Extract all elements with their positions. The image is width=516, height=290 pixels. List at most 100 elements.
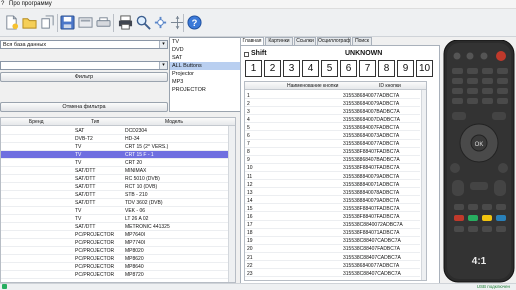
help-icon[interactable]: ? [187,15,202,30]
code-row[interactable]: 6 3155386840073ADBC7A [245,132,420,140]
menu-item-about[interactable]: Про программу [9,1,52,7]
code-id-cell: 315538684007FADBC7A [343,124,400,131]
code-row[interactable]: 12 3155388840071ADBC7A [245,180,420,189]
code-row[interactable]: 9 315538868407BADBC7A [245,156,420,164]
code-row[interactable]: 22 3155386840077ADBC7A [245,261,420,270]
device-row[interactable]: PC/PROJECTOR MP7640I [1,231,229,239]
code-table-scrollbar[interactable] [421,90,426,280]
device-table-scrollbar[interactable] [228,126,235,282]
column-model[interactable]: Модель [165,119,183,125]
code-row[interactable]: 11 3155388840079ADBC7A [245,172,420,180]
secondary-combo[interactable]: ▾ [0,61,168,70]
device-row[interactable]: PC/PROJECTOR MP8720 [1,271,229,279]
number-button[interactable]: 8 [378,60,395,77]
code-index-cell: 10 [247,165,253,172]
code-table: Наименование кнопки ID кнопки 1 315538684… [244,81,427,281]
number-button[interactable]: 7 [359,60,376,77]
device-type-list[interactable]: TV DVD SAT ALL Buttons Projector MP3 PROJECTOR [169,37,243,112]
device-model-cell: DCD2304 [125,128,147,134]
device-row[interactable]: SAT/DTT STB - 210 [1,191,229,199]
device-row[interactable]: SAT/DTT TDV 3602 (DVB) [1,199,229,207]
device-type-item[interactable]: MP3 [170,78,242,86]
tab-1[interactable]: Картинки [265,37,293,45]
code-row[interactable]: 1 3155386840077ADBC7A [245,91,420,99]
search-icon[interactable] [136,15,151,30]
device-row[interactable]: TV VEK - 06 [1,207,229,215]
code-row[interactable]: 15 315538F88407FADBC7A [245,204,420,213]
settings-icon[interactable] [153,15,168,30]
device-type-item[interactable]: DVD [170,46,242,54]
device-type-item[interactable]: PROJECTOR [170,86,242,94]
code-row[interactable]: 19 315538C88407CADBC7A [245,237,420,245]
print-icon[interactable] [118,15,133,30]
number-button[interactable]: 10 [416,60,433,77]
device-row[interactable]: SAT/DTT RC 5010 (DVB) [1,175,229,183]
device-row[interactable]: PC/PROJECTOR MP8640 [1,263,229,271]
number-button[interactable]: 4 [302,60,319,77]
shift-checkbox[interactable] [244,52,249,57]
code-row[interactable]: 13 3155388840078ADBC7A [245,188,420,197]
device-row[interactable]: PC/PROJECTOR MP8620 [1,255,229,263]
number-button[interactable]: 5 [321,60,338,77]
code-row[interactable]: 18 315538F884071ADBC7A [245,229,420,237]
tab-3[interactable]: Осциллограф [317,37,351,45]
tab-4[interactable]: Поиск [352,37,372,45]
code-row[interactable]: 20 315538C88407FADBC7A [245,245,420,253]
device-row[interactable]: PC/PROJECTOR MP7740I [1,239,229,247]
device-row[interactable]: TV LT 26 A 02 [1,215,229,223]
code-id-cell: 315538C88407FADBC7A [343,246,400,253]
device-type-item[interactable]: TV [170,38,242,46]
column-brand[interactable]: Бренд [29,119,44,125]
code-index-cell: 3 [247,108,250,115]
number-button[interactable]: 3 [283,60,300,77]
column-type[interactable]: Тип [91,119,99,125]
column-button-name[interactable]: Наименование кнопки [287,83,338,89]
code-row[interactable]: 3 315538684007BADBC7A [245,107,420,116]
save-icon[interactable] [60,15,75,30]
code-row[interactable]: 4 315538684007DADBC7A [245,115,420,124]
device-row[interactable]: DVB-T2 HD-34 [1,135,229,143]
device-row[interactable]: SAT DCD2304 [1,127,229,135]
device-row[interactable]: TV CRT 15 (2^ VERS.) [1,143,229,151]
device-model-cell: STB - 210 [125,192,148,198]
device-type-cell: TV [75,216,82,222]
new-icon[interactable] [4,15,19,30]
code-row[interactable]: 10 315538F88407FADBC7A [245,164,420,172]
number-button[interactable]: 9 [397,60,414,77]
device-row[interactable]: PC/PROJECTOR MP8020 [1,247,229,255]
device-type-item[interactable]: ALL Buttons [170,62,242,70]
code-row[interactable]: 7 3155386840077ADBC7A [245,140,420,148]
device-row[interactable]: SAT/DTT MINIMAX [1,167,229,175]
reset-filter-button[interactable]: Отмена фильтра [0,102,168,112]
number-button[interactable]: 2 [264,60,281,77]
save-as-icon[interactable] [78,15,93,30]
code-row[interactable]: 23 315538C88407CADBC7A [245,269,420,278]
code-row[interactable]: 17 315538C8840072ADBC7A [245,221,420,229]
menu-item-help[interactable]: ? [1,1,4,7]
tab-2[interactable]: Ссылки [294,37,316,45]
filter-button[interactable]: Фильтр [0,72,168,82]
device-type-item[interactable]: Projector [170,70,242,78]
device-icon[interactable] [96,15,111,30]
column-button-id[interactable]: ID кнопки [379,83,401,89]
number-button[interactable]: 6 [340,60,357,77]
database-combo[interactable]: Вся база данных ▾ [0,40,168,49]
device-row[interactable]: SAT/DTT METRONIC 441325 [1,223,229,231]
database-combo-value: Вся база данных [3,42,47,48]
code-index-cell: 20 [247,246,253,253]
device-type-item[interactable]: SAT [170,54,242,62]
device-row[interactable]: TV CRT 15 F - 1 [1,151,229,159]
open-icon[interactable] [22,15,37,30]
code-row[interactable]: 14 3155388840079ADBC7A [245,196,420,205]
code-row[interactable]: 2 3155386840079ADBC7A [245,99,420,108]
code-row[interactable]: 8 315538F88407FADBC7A [245,148,420,156]
code-row[interactable]: 5 315538684007FADBC7A [245,123,420,132]
number-button[interactable]: 1 [245,60,262,77]
code-row[interactable]: 21 315538C88407CADBC7A [245,253,420,261]
copy-icon[interactable] [40,15,55,30]
code-row[interactable]: 16 315538F88407FADBC7A [245,213,420,221]
device-row[interactable]: SAT/DTT RCT 10 (DVB) [1,183,229,191]
code-index-cell: 22 [247,262,253,269]
device-row[interactable]: TV CRT 20 [1,159,229,167]
menu-bar: ? Про программу [0,0,516,9]
